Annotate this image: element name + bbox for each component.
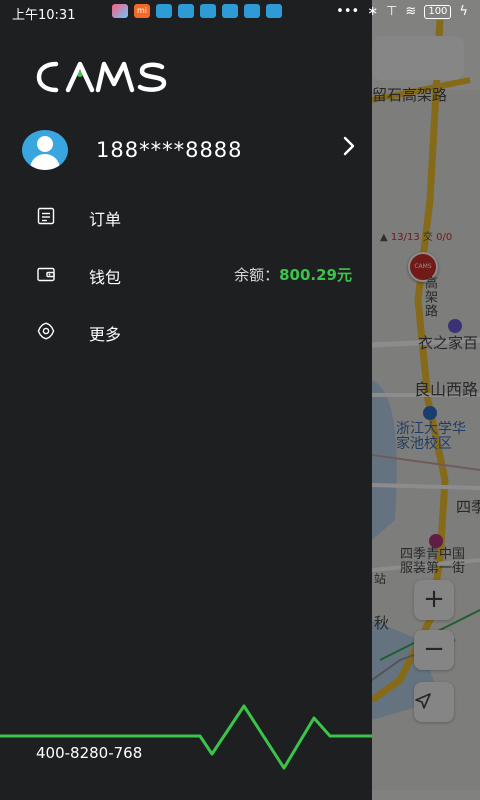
status-time: 上午10:31 [12,8,76,23]
bluetooth-icon: ∗ [367,4,379,19]
menu-item-label: 订单 [89,210,122,229]
app-notification-icon [156,4,172,18]
system-icons: ••• ∗ ⊤ ≋ 100 ϟ [336,4,468,19]
app-notification-icon [178,4,194,18]
app-notification-icon [112,4,128,18]
app-notification-icon [222,4,238,18]
cams-logo [36,61,167,93]
app-notification-icon [266,4,282,18]
app-notification-icon [200,4,216,18]
chevron-right-icon [342,136,356,160]
more-dots-icon: ••• [336,4,360,19]
notification-icons: mi [112,4,282,18]
signal-icon: ⊤ [386,4,398,19]
user-phone-number: 188****8888 [96,138,243,162]
mi-app-icon: mi [134,4,150,18]
menu-item-wallet[interactable]: 钱包 余额：800.29元 [30,254,360,294]
app-notification-icon [244,4,260,18]
wallet-icon [37,267,55,282]
heartbeat-line-decoration [0,704,372,770]
balance-label: 余额： [234,266,280,284]
menu-item-label: 更多 [89,325,122,344]
side-drawer: 188****8888 订单 钱包 余额：800.29元 更多 400-8280… [0,0,372,800]
battery-icon: 100 [424,4,452,19]
wallet-balance: 余额：800.29元 [234,264,352,285]
avatar [22,130,68,170]
profile-row[interactable]: 188****8888 [22,128,362,172]
menu-item-more[interactable]: 更多 [30,311,360,351]
menu-item-orders[interactable]: 订单 [30,196,360,236]
wifi-icon: ≋ [405,4,417,19]
order-list-icon [37,207,55,225]
balance-amount: 800.29元 [279,266,352,284]
settings-gear-icon [37,322,55,340]
menu-item-label: 钱包 [89,268,122,287]
status-bar: 上午10:31 mi ••• ∗ ⊤ ≋ 100 ϟ [0,0,480,24]
service-hotline[interactable]: 400-8280-768 [36,744,142,762]
charging-icon: ϟ [459,4,468,19]
